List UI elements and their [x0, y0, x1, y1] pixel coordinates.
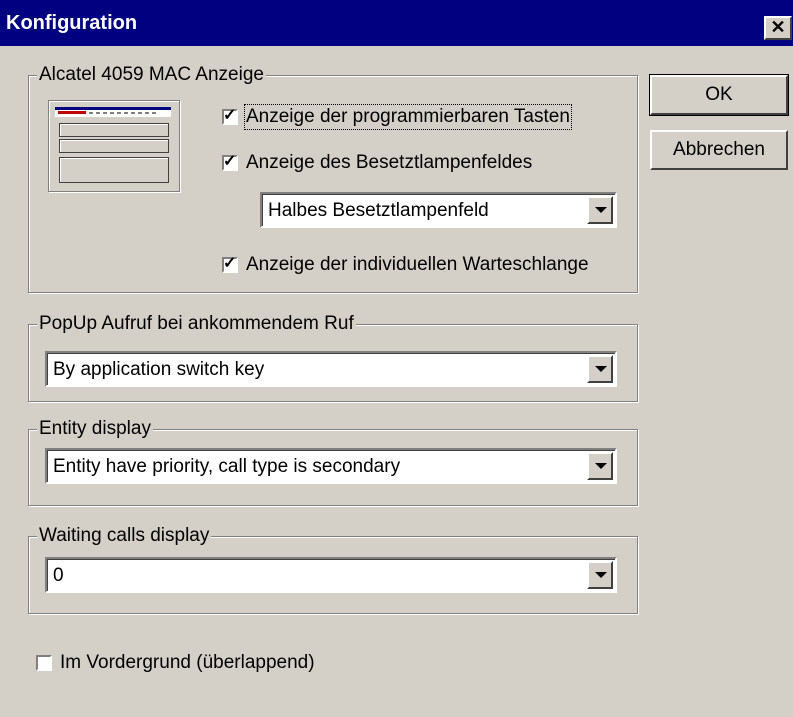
show-busylamp-checkbox[interactable]: ✓	[222, 153, 238, 171]
cancel-button[interactable]: Abbrechen	[650, 130, 788, 170]
show-keys-label: Anzeige der programmierbaren Tasten	[244, 104, 572, 130]
preview-header	[55, 107, 171, 117]
cancel-button-label: Abbrechen	[673, 139, 765, 160]
check-icon: ✓	[223, 107, 237, 124]
title-bar[interactable]: Konfiguration ✕	[0, 0, 793, 46]
show-queue-label: Anzeige der individuellen Warteschlange	[246, 254, 589, 275]
ok-button[interactable]: OK	[649, 74, 789, 116]
show-keys-checkbox[interactable]: ✓	[222, 107, 238, 125]
close-icon: ✕	[770, 17, 786, 37]
foreground-label: Im Vordergrund (überlappend)	[60, 652, 315, 673]
show-queue-checkbox-row[interactable]: ✓ Anzeige der individuellen Warteschlang…	[222, 254, 589, 276]
show-busylamp-label: Anzeige des Besetztlampenfeldes	[246, 152, 533, 173]
popup-select[interactable]: By application switch key	[45, 351, 617, 387]
foreground-checkbox[interactable]	[36, 655, 52, 671]
chevron-down-icon[interactable]	[587, 196, 613, 224]
busylamp-select-value: Halbes Besetztlampenfeld	[268, 200, 489, 221]
window-title: Konfiguration	[6, 12, 138, 34]
entity-display-legend: Entity display	[37, 418, 153, 440]
waiting-calls-select[interactable]: 0	[45, 557, 617, 593]
chevron-down-icon[interactable]	[587, 355, 613, 383]
close-button[interactable]: ✕	[764, 16, 792, 40]
preview-row	[59, 123, 169, 137]
entity-display-select[interactable]: Entity have priority, call type is secon…	[45, 448, 617, 484]
chevron-down-icon[interactable]	[587, 452, 613, 480]
popup-select-value: By application switch key	[53, 359, 265, 380]
chevron-down-icon[interactable]	[587, 561, 613, 589]
preview-row	[59, 139, 169, 153]
ok-button-label: OK	[705, 84, 733, 105]
foreground-checkbox-row[interactable]: Im Vordergrund (überlappend)	[36, 652, 315, 674]
show-queue-checkbox[interactable]: ✓	[222, 255, 238, 273]
show-keys-checkbox-row[interactable]: ✓ Anzeige der programmierbaren Tasten	[222, 104, 572, 130]
preview-row	[59, 157, 169, 183]
show-busylamp-checkbox-row[interactable]: ✓ Anzeige des Besetztlampenfeldes	[222, 152, 532, 174]
mac-display-legend: Alcatel 4059 MAC Anzeige	[37, 64, 266, 86]
check-icon: ✓	[223, 153, 237, 170]
check-icon: ✓	[223, 255, 237, 272]
busylamp-select[interactable]: Halbes Besetztlampenfeld	[260, 192, 617, 228]
waiting-calls-select-value: 0	[53, 565, 64, 586]
popup-legend: PopUp Aufruf bei ankommendem Ruf	[37, 313, 356, 335]
phone-preview-image	[48, 100, 180, 192]
waiting-calls-legend: Waiting calls display	[37, 525, 212, 547]
entity-display-select-value: Entity have priority, call type is secon…	[53, 456, 401, 477]
